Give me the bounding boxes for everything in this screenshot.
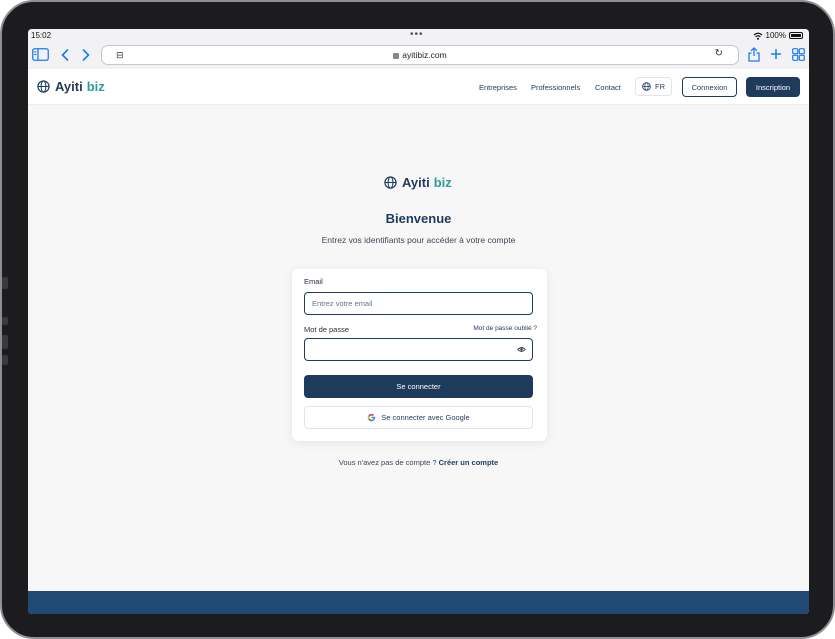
- nav-entreprises[interactable]: Entreprises: [479, 83, 517, 92]
- google-login-button[interactable]: Se connecter avec Google: [304, 406, 533, 429]
- email-label: Email: [304, 277, 323, 286]
- battery-percent: 100%: [765, 31, 786, 40]
- screen: 15:02 ••• 100% ⊟ ayitibiz.com ↻ Ayiti bi…: [28, 29, 809, 614]
- site-header: Ayiti biz Entreprises Professionnels Cont…: [28, 69, 809, 105]
- email-field[interactable]: Entrez votre email: [304, 292, 533, 315]
- login-card: Email Entrez votre email Mot de passe Mo…: [292, 269, 547, 441]
- signup-button[interactable]: Inscription: [746, 77, 800, 97]
- forward-icon[interactable]: [82, 49, 90, 61]
- page-title: Bienvenue: [385, 211, 452, 226]
- footer: [28, 591, 809, 614]
- tab-overview-icon[interactable]: [792, 48, 805, 61]
- language-selector[interactable]: FR: [635, 77, 672, 96]
- logo-accent: biz: [86, 79, 105, 94]
- globe-icon: [37, 80, 50, 93]
- password-field[interactable]: [304, 338, 533, 361]
- signup-prompt: Vous n'avez pas de compte ? Créer un com…: [28, 458, 809, 467]
- new-tab-icon[interactable]: [770, 48, 782, 60]
- address-bar[interactable]: ⊟ ayitibiz.com ↻: [101, 45, 739, 65]
- login-button[interactable]: Connexion: [682, 77, 737, 97]
- side-button: [2, 277, 8, 289]
- submit-button[interactable]: Se connecter: [304, 375, 533, 398]
- login-logo-accent: biz: [433, 175, 452, 190]
- reload-icon[interactable]: ↻: [715, 48, 723, 59]
- google-login-label: Se connecter avec Google: [381, 413, 470, 422]
- share-icon[interactable]: [748, 47, 760, 62]
- nav-professionnels[interactable]: Professionnels: [531, 83, 580, 92]
- multitasking-dots-icon[interactable]: •••: [410, 29, 424, 40]
- show-password-icon[interactable]: [517, 345, 526, 354]
- create-account-link[interactable]: Créer un compte: [439, 458, 499, 467]
- status-time: 15:02: [31, 31, 52, 40]
- globe-icon: [384, 176, 397, 189]
- language-globe-icon: [642, 82, 651, 91]
- url-display: ayitibiz.com: [102, 50, 738, 60]
- google-icon: [368, 413, 376, 422]
- no-account-text: Vous n'avez pas de compte ?: [338, 458, 437, 467]
- forgot-password-link[interactable]: Mot de passe oublié ?: [473, 325, 537, 332]
- login-logo-text: Ayiti: [402, 175, 430, 190]
- lock-icon: [393, 53, 400, 59]
- status-right: 100%: [753, 31, 803, 40]
- password-label: Mot de passe: [304, 325, 350, 334]
- nav-contact[interactable]: Contact: [595, 83, 621, 92]
- site-logo[interactable]: Ayiti biz: [37, 79, 105, 94]
- tablet-frame: 15:02 ••• 100% ⊟ ayitibiz.com ↻ Ayiti bi…: [0, 0, 835, 639]
- wifi-icon: [753, 32, 762, 40]
- sidebar-toggle-icon[interactable]: [32, 48, 49, 61]
- side-button: [2, 355, 8, 365]
- page-subtitle: Entrez vos identifiants pour accéder à v…: [321, 235, 516, 245]
- battery-icon: [789, 32, 803, 39]
- url-text: ayitibiz.com: [402, 50, 447, 60]
- logo-text: Ayiti: [55, 79, 83, 94]
- side-button: [2, 317, 8, 325]
- status-bar: 15:02 ••• 100%: [28, 29, 809, 43]
- side-button: [2, 335, 8, 349]
- login-logo: Ayiti biz: [384, 175, 452, 190]
- back-icon[interactable]: [61, 49, 69, 61]
- language-label: FR: [655, 82, 665, 91]
- browser-toolbar: ⊟ ayitibiz.com ↻: [28, 43, 809, 69]
